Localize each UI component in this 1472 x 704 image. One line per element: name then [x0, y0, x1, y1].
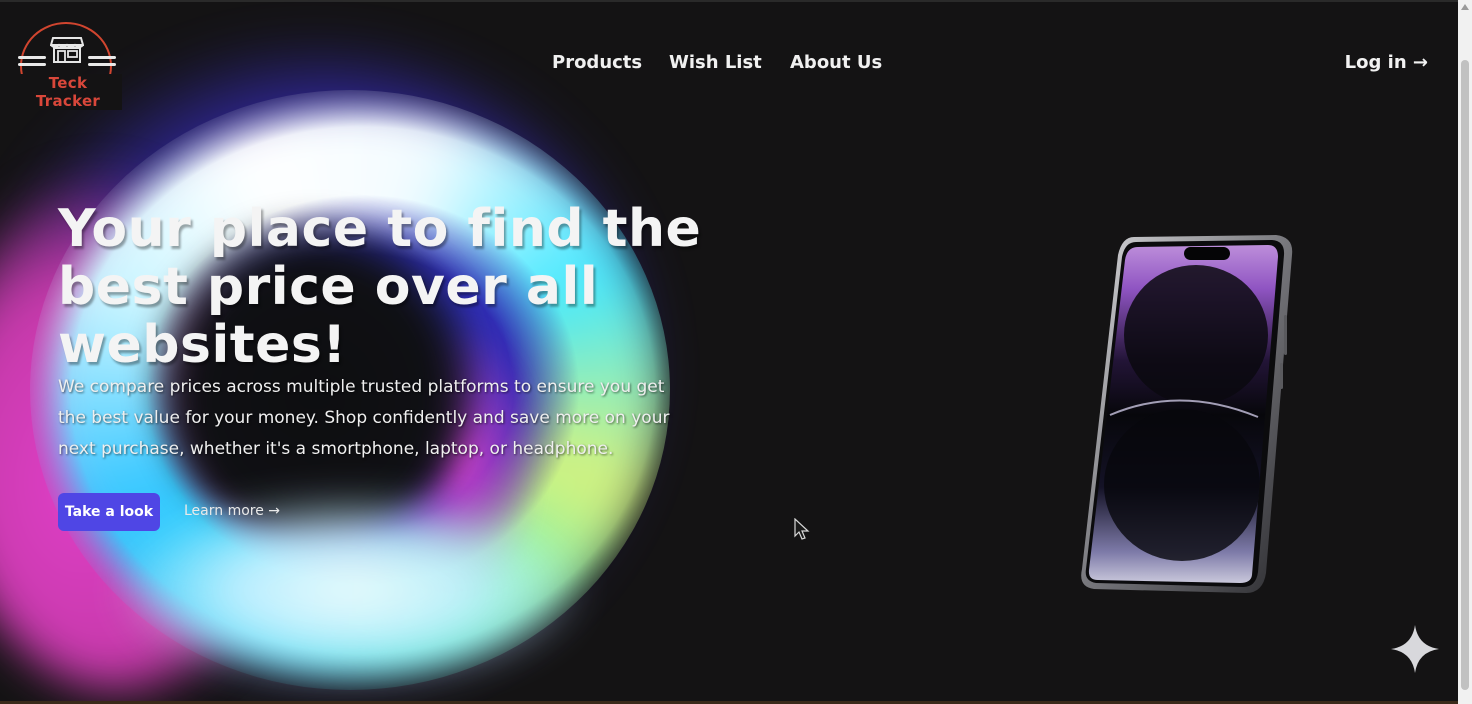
- learn-more-link[interactable]: Learn more →: [184, 503, 280, 519]
- window-top-border: [0, 0, 1472, 2]
- take-a-look-button[interactable]: Take a look: [58, 493, 160, 531]
- brand-name: Teck Tracker: [14, 74, 122, 110]
- nav-products[interactable]: Products: [552, 52, 642, 73]
- scroll-up-arrow-icon[interactable]: [1461, 4, 1469, 10]
- nav-about-us[interactable]: About Us: [790, 52, 882, 73]
- mouse-cursor-icon: [794, 518, 810, 540]
- nav-wish-list[interactable]: Wish List: [669, 52, 762, 73]
- sparkle-icon[interactable]: [1390, 624, 1440, 674]
- login-link[interactable]: Log in →: [1345, 52, 1428, 73]
- logo-bar-left-bottom: [18, 63, 46, 66]
- logo-bar-right-bottom: [88, 63, 116, 66]
- hero-description: We compare prices across multiple truste…: [58, 377, 670, 459]
- logo-bar-left-top: [18, 56, 46, 59]
- blob-white-layer: [110, 490, 590, 690]
- logo-bar-right-top: [88, 56, 116, 59]
- brand-logo[interactable]: Teck Tracker: [14, 22, 122, 114]
- vertical-scrollbar[interactable]: [1458, 0, 1472, 704]
- scrollbar-thumb[interactable]: [1461, 60, 1469, 690]
- store-icon: [50, 37, 84, 63]
- hero-title: Your place to find the best price over a…: [58, 199, 702, 375]
- smartphone-image: [1081, 235, 1293, 593]
- landing-page: Teck Tracker Products Wish List About Us…: [0, 0, 1472, 704]
